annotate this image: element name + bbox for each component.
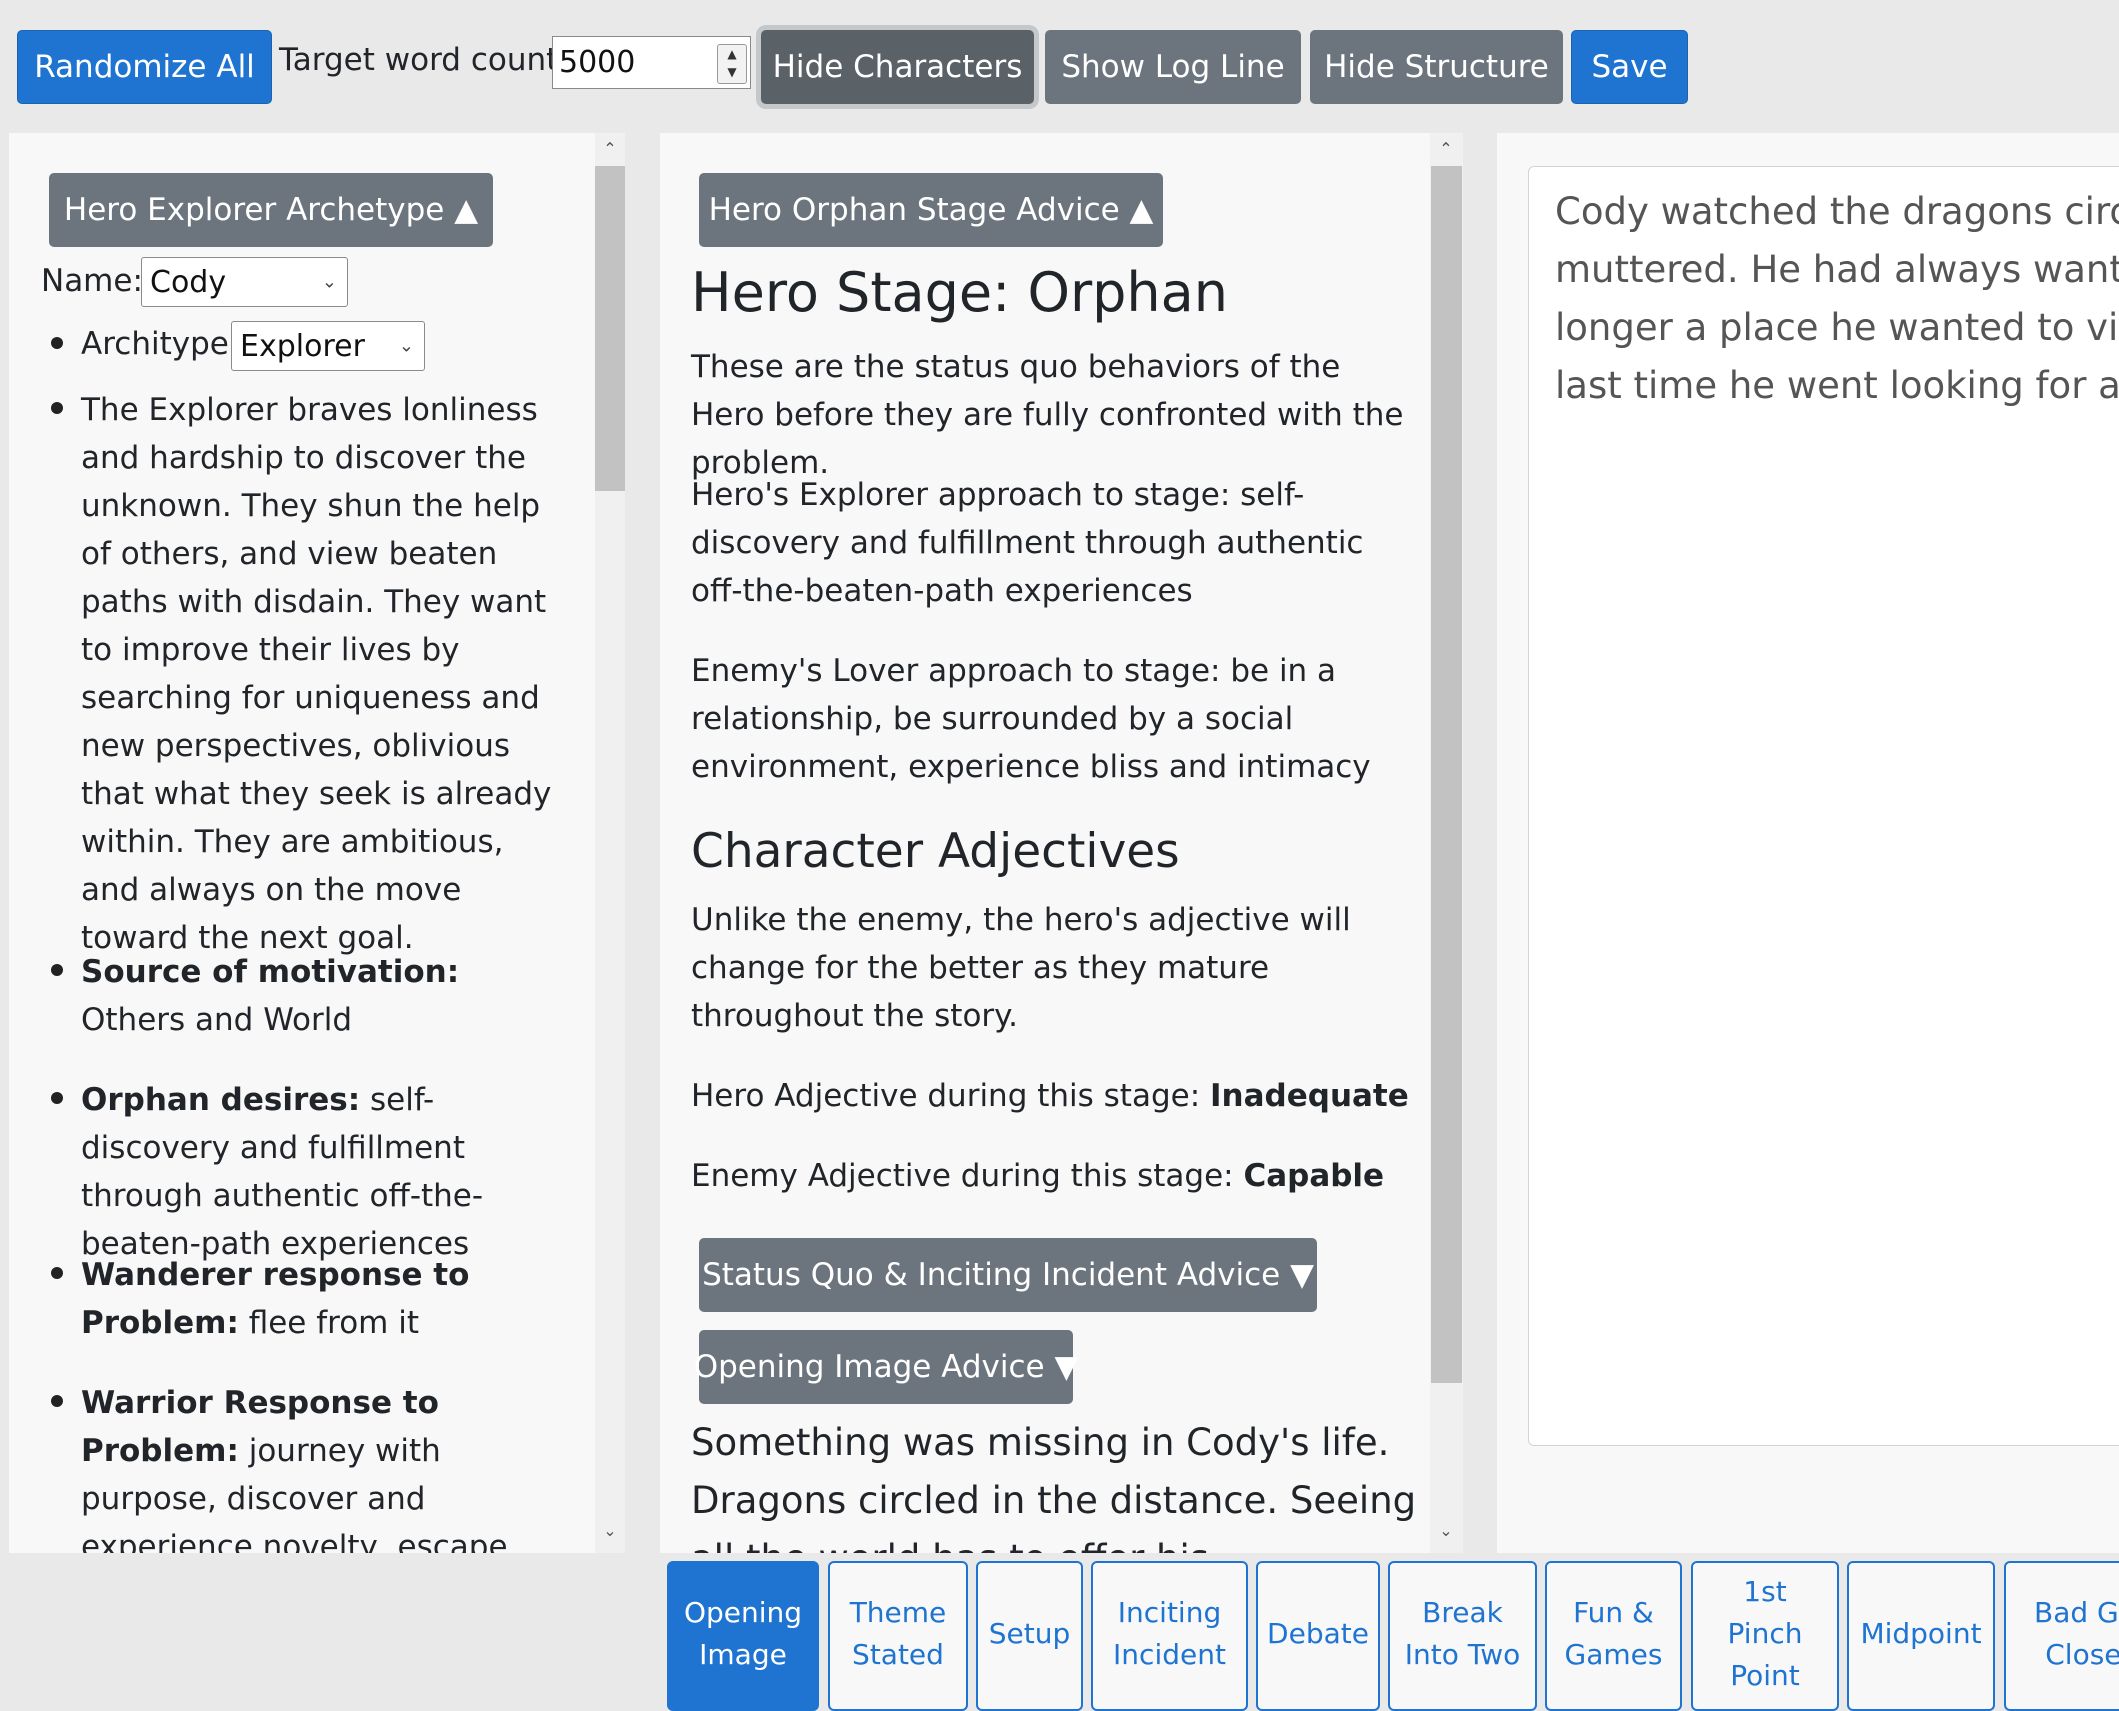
scroll-up-icon[interactable]: ⌃ — [1431, 139, 1461, 158]
target-word-count-label: Target word count: — [279, 42, 569, 78]
archetype-description: The Explorer braves lonliness and hardsh… — [81, 392, 552, 956]
story-text-editor[interactable]: Cody watched the dragons circling in the… — [1528, 166, 2119, 1446]
tab-label: Setup — [988, 1617, 1071, 1650]
middle-scrollbar[interactable]: ⌃ ⌄ — [1430, 133, 1463, 1553]
show-log-line-button[interactable]: Show Log Line — [1045, 30, 1301, 104]
tab-inciting-incident[interactable]: Inciting Incident — [1091, 1561, 1248, 1711]
status-quo-advice-toggle-button[interactable]: Status Quo & Inciting Incident Advice ▼ — [699, 1238, 1317, 1312]
adjectives-intro: Unlike the enemy, the hero's adjective w… — [691, 902, 1351, 1034]
tab-label: Fun & Games — [1564, 1596, 1663, 1671]
tab-first-pinch-point[interactable]: 1st Pinch Point — [1691, 1561, 1839, 1711]
tab-fun-and-games[interactable]: Fun & Games — [1545, 1561, 1682, 1711]
hero-stage-advice-toggle-button[interactable]: Hero Orphan Stage Advice ▲ — [699, 173, 1163, 247]
story-text: Cody watched the dragons circling in the… — [1555, 190, 2119, 407]
tab-debate[interactable]: Debate — [1256, 1561, 1380, 1711]
character-panel: Hero Explorer Archetype ▲ Name: Cody ⌄ A… — [9, 133, 595, 1553]
source-of-motivation: Source of motivation: Others and World — [81, 954, 460, 1038]
tab-label: 1st Pinch Point — [1727, 1575, 1803, 1692]
tab-label: Inciting Incident — [1113, 1596, 1226, 1671]
wanderer-response: Wanderer response to Problem: flee from … — [81, 1257, 470, 1341]
bullet-icon — [51, 964, 63, 976]
hide-structure-button[interactable]: Hide Structure — [1310, 30, 1563, 104]
stage-advice-panel: Hero Orphan Stage Advice ▲ Hero Stage: O… — [660, 133, 1430, 1553]
hero-adjective: Hero Adjective during this stage: Inadeq… — [691, 1078, 1409, 1114]
tab-theme-stated[interactable]: Theme Stated — [828, 1561, 968, 1711]
save-button[interactable]: Save — [1571, 30, 1688, 104]
left-scrollbar-thumb[interactable] — [595, 166, 625, 491]
orphan-desires: Orphan desires: self-discovery and fulfi… — [81, 1082, 484, 1262]
tab-label: Break Into Two — [1404, 1596, 1521, 1671]
middle-scrollbar-thumb[interactable] — [1431, 166, 1462, 1383]
tab-setup[interactable]: Setup — [976, 1561, 1083, 1711]
name-select-value: Cody — [150, 264, 227, 300]
tab-label: Opening Image — [683, 1596, 803, 1671]
hide-characters-button[interactable]: Hide Characters — [761, 30, 1034, 104]
bullet-icon — [51, 1092, 63, 1104]
tab-label: Debate — [1267, 1617, 1369, 1650]
log-text: Something was missing in Cody's life. Dr… — [691, 1421, 1417, 1553]
hero-archetype-toggle-button[interactable]: Hero Explorer Archetype ▲ — [49, 173, 493, 247]
tab-label: Bad GuysClose In — [2034, 1596, 2119, 1671]
hero-approach: Hero's Explorer approach to stage: self-… — [691, 477, 1364, 609]
left-scrollbar[interactable]: ⌃ ⌄ — [595, 133, 625, 1553]
name-select[interactable]: Cody ⌄ — [141, 257, 348, 307]
tab-label: Midpoint — [1860, 1617, 1982, 1650]
scroll-down-icon[interactable]: ⌄ — [1431, 1521, 1461, 1540]
enemy-approach: Enemy's Lover approach to stage: be in a… — [691, 653, 1371, 785]
tab-bad-guys-close-in[interactable]: Bad GuysClose In — [2004, 1561, 2119, 1711]
scroll-up-icon[interactable]: ⌃ — [595, 139, 625, 158]
archetype-select-value: Explorer — [240, 328, 365, 364]
stage-heading: Hero Stage: Orphan — [691, 261, 1228, 324]
archetype-select[interactable]: Explorer ⌄ — [231, 321, 425, 371]
randomize-all-button[interactable]: Randomize All — [17, 30, 272, 104]
bullet-icon — [51, 402, 63, 414]
bullet-icon — [51, 1267, 63, 1279]
enemy-adjective: Enemy Adjective during this stage: Capab… — [691, 1158, 1385, 1194]
opening-image-advice-toggle-button[interactable]: Opening Image Advice ▼ — [694, 1330, 1078, 1404]
chevron-down-icon: ⌄ — [398, 335, 414, 357]
spinner-icon[interactable]: ▲ ▼ — [717, 44, 747, 84]
bullet-icon — [51, 337, 63, 349]
tab-opening-image[interactable]: Opening Image — [667, 1561, 819, 1711]
scroll-down-icon[interactable]: ⌄ — [595, 1521, 625, 1540]
tab-break-into-two[interactable]: Break Into Two — [1388, 1561, 1537, 1711]
name-label: Name: — [41, 263, 143, 299]
target-word-count-value: 5000 — [559, 45, 636, 80]
stage-intro: These are the status quo behaviors of th… — [691, 349, 1404, 481]
tab-label: Theme Stated — [849, 1596, 947, 1671]
target-word-count-input[interactable]: 5000 ▲ ▼ — [552, 36, 751, 89]
adjectives-heading: Character Adjectives — [691, 824, 1180, 879]
chevron-down-icon: ⌄ — [321, 271, 337, 293]
tab-midpoint[interactable]: Midpoint — [1847, 1561, 1995, 1711]
bullet-icon — [51, 1395, 63, 1407]
archetype-label: Architype: — [81, 326, 240, 362]
warrior-response: Warrior Response to Problem: journey wit… — [81, 1385, 508, 1553]
